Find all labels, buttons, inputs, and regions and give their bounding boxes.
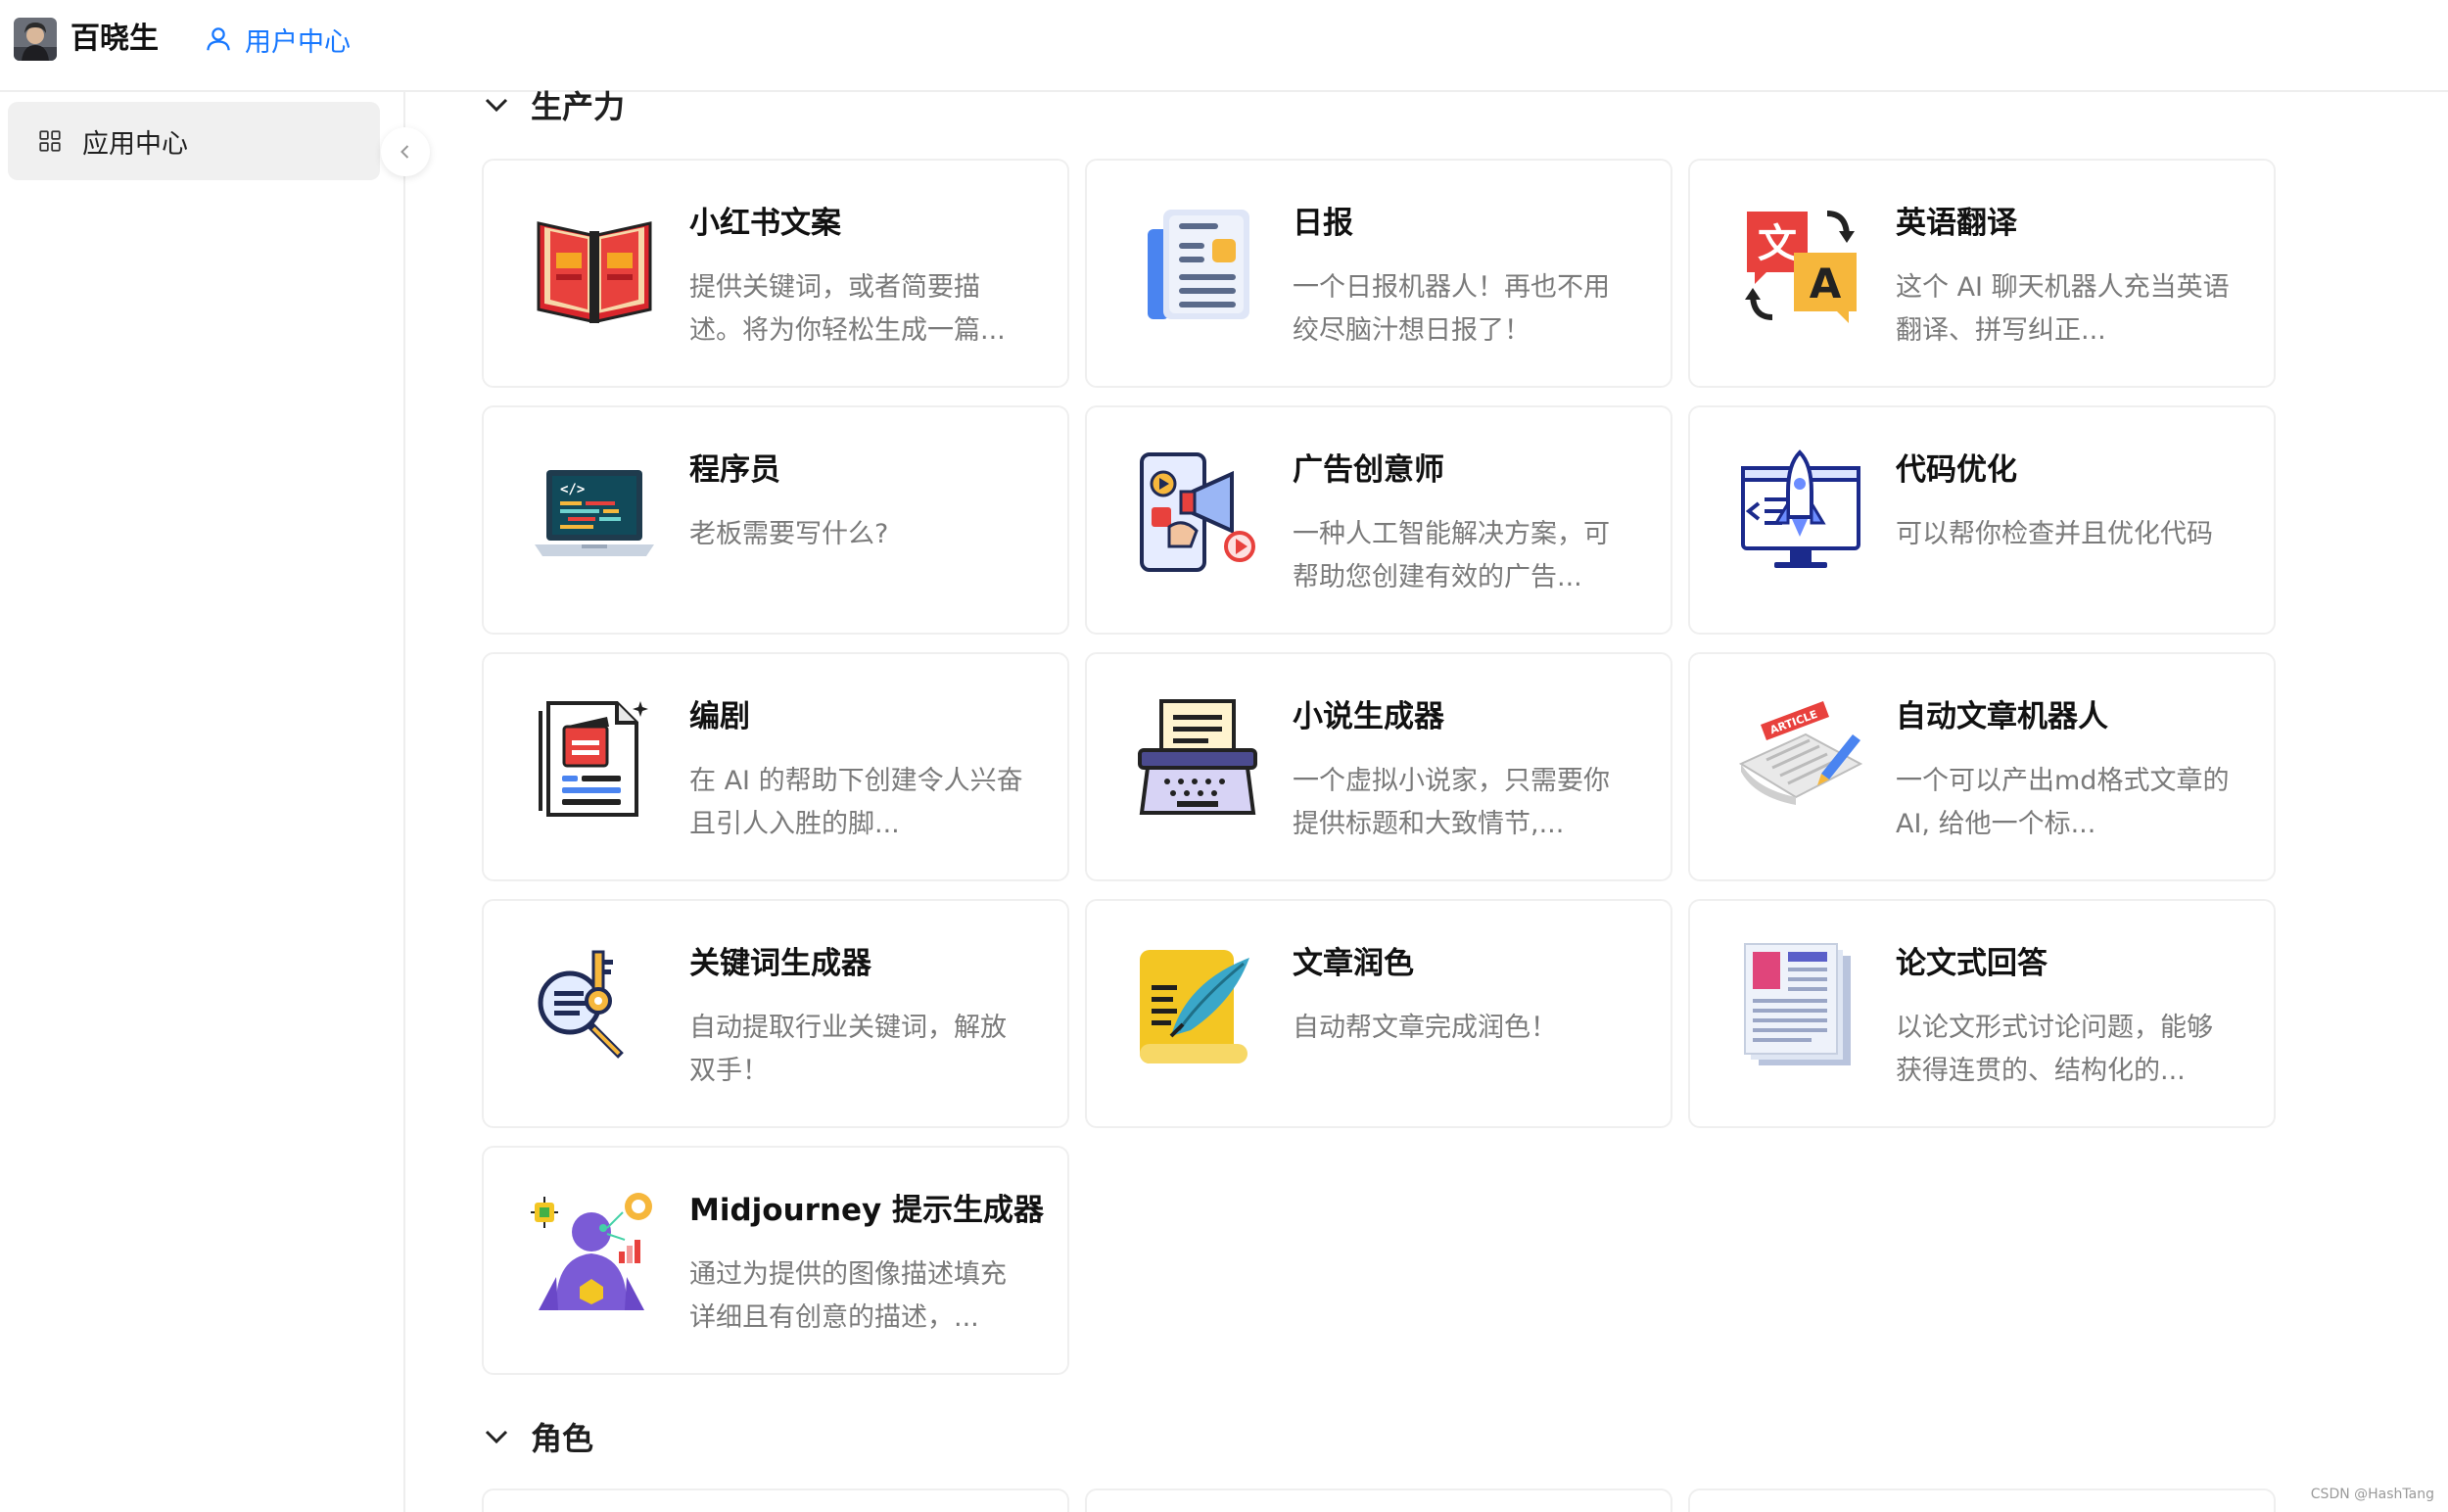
app-card[interactable]: 代码优化 可以帮你检查并且优化代码: [1688, 405, 2276, 635]
app-card[interactable]: [1085, 1488, 1672, 1512]
app-card[interactable]: 论文式回答 以论文形式讨论问题，能够获得连贯的、结构化的...: [1688, 899, 2276, 1128]
app-description: 在 AI 的帮助下创建令人兴奋且引人入胜的脚...: [689, 766, 1023, 839]
app-description: 一个可以产出md格式文章的AI, 给他一个标...: [1896, 766, 2230, 839]
app-card[interactable]: 小说生成器 一个虚拟小说家，只需要你提供标题和大致情节,...: [1085, 652, 1672, 881]
app-description: 老板需要写什么?: [689, 519, 889, 549]
sidebar-item-label: 应用中心: [82, 128, 188, 160]
user-icon: [207, 27, 230, 51]
section-title: 角色: [531, 1420, 594, 1457]
app-title: 代码优化: [1896, 452, 2017, 488]
app-card[interactable]: [482, 1488, 1069, 1512]
app-card[interactable]: 关键词生成器 自动提取行业关键词，解放双手！: [482, 899, 1069, 1128]
script-clapper-icon: [531, 695, 658, 823]
top-header: 百晓生 用户中心: [0, 0, 2448, 92]
app-card[interactable]: 广告创意师 一种人工智能解决方案，可帮助您创建有效的广告...: [1085, 405, 1672, 635]
app-description: 一个虚拟小说家，只需要你提供标题和大致情节,...: [1293, 766, 1610, 839]
key-magnifier-icon: [531, 942, 658, 1069]
section-header-roles[interactable]: 角色: [482, 1414, 593, 1459]
app-card[interactable]: </> 程序员 老板需要写什么?: [482, 405, 1069, 635]
app-title: Midjourney 提示生成器: [689, 1193, 1045, 1228]
laptop-code-icon: </>: [531, 449, 658, 576]
app-description: 自动帮文章完成润色！: [1293, 1013, 1557, 1043]
app-description: 以论文形式讨论问题，能够获得连贯的、结构化的...: [1896, 1013, 2213, 1086]
svg-text:</>: </>: [560, 482, 585, 497]
sidebar: 应用中心: [0, 92, 405, 1512]
avatar[interactable]: [14, 18, 57, 61]
user-center-label: 用户中心: [245, 26, 351, 58]
app-description: 提供关键词，或者简要描述。将为你轻松生成一篇...: [689, 272, 1006, 346]
app-title: 英语翻译: [1896, 206, 2017, 241]
app-title: 小红书文案: [689, 206, 841, 241]
svg-text:文: 文: [1758, 221, 1797, 266]
app-title: 程序员: [689, 452, 780, 488]
chevron-down-icon: [485, 98, 508, 113]
app-title: 日报: [1293, 206, 1353, 241]
app-card[interactable]: 文章润色 自动帮文章完成润色！: [1085, 899, 1672, 1128]
app-card[interactable]: 日报 一个日报机器人！再也不用绞尽脑汁想日报了！: [1085, 159, 1672, 388]
app-title: 自动文章机器人: [1896, 699, 2108, 734]
app-card[interactable]: ARTICLE 自动文章机器人 一个可以产出md格式文章的AI, 给他一个标..…: [1688, 652, 2276, 881]
app-title: 编剧: [689, 699, 750, 734]
app-title: 关键词生成器: [689, 946, 871, 981]
svg-text:A: A: [1810, 260, 1842, 307]
app-card[interactable]: 编剧 在 AI 的帮助下创建令人兴奋且引人入胜的脚...: [482, 652, 1069, 881]
app-description: 通过为提供的图像描述填充详细且有创意的描述，...: [689, 1259, 1007, 1333]
grid-icon: [39, 130, 61, 152]
app-description: 这个 AI 聊天机器人充当英语翻译、拼写纠正...: [1896, 272, 2230, 346]
paper-document-icon: [1737, 942, 1864, 1069]
typewriter-icon: [1134, 695, 1261, 823]
app-description: 自动提取行业关键词，解放双手！: [689, 1013, 1007, 1086]
app-description: 一个日报机器人！再也不用绞尽脑汁想日报了！: [1293, 272, 1610, 346]
megaphone-phone-icon: [1134, 449, 1261, 576]
app-card[interactable]: Midjourney 提示生成器 通过为提供的图像描述填充详细且有创意的描述，.…: [482, 1146, 1069, 1375]
watermark: CSDN @HashTang: [2310, 1487, 2434, 1502]
chevron-left-icon: [400, 145, 409, 159]
user-center-link[interactable]: 用户中心: [204, 18, 351, 61]
sidebar-collapse-button[interactable]: [381, 127, 430, 176]
chevron-down-icon: [485, 1430, 508, 1444]
section-header-productivity[interactable]: 生产力: [482, 82, 625, 127]
app-card[interactable]: 文 A 英语翻译 这个 AI 聊天机器人充当英语翻译、拼写纠正...: [1688, 159, 2276, 388]
app-title: 文章润色: [1293, 946, 1414, 981]
daily-report-icon: [1134, 202, 1261, 329]
app-grid: 小红书文案 提供关键词，或者简要描述。将为你轻松生成一篇... 日报 一个日报机…: [482, 159, 2276, 1375]
app-card[interactable]: [1688, 1488, 2276, 1512]
open-book-icon: [531, 202, 658, 329]
roles-card-row: [482, 1488, 2276, 1512]
app-title: 论文式回答: [1896, 946, 2048, 981]
app-brand-name: 百晓生: [71, 22, 159, 56]
app-title: 广告创意师: [1293, 452, 1444, 488]
article-pen-icon: ARTICLE: [1737, 695, 1864, 823]
app-title: 小说生成器: [1293, 699, 1444, 734]
app-description: 一种人工智能解决方案，可帮助您创建有效的广告...: [1293, 519, 1610, 592]
app-description: 可以帮你检查并且优化代码: [1896, 519, 2213, 549]
section-title: 生产力: [531, 88, 626, 125]
scroll-quill-icon: [1134, 942, 1261, 1069]
translate-icon: 文 A: [1737, 202, 1864, 329]
svg-text:ARTICLE: ARTICLE: [1768, 708, 1819, 737]
monitor-rocket-icon: [1737, 449, 1864, 576]
ai-humanoid-icon: [531, 1189, 658, 1316]
sidebar-item-app-center[interactable]: 应用中心: [8, 102, 380, 180]
app-card[interactable]: 小红书文案 提供关键词，或者简要描述。将为你轻松生成一篇...: [482, 159, 1069, 388]
